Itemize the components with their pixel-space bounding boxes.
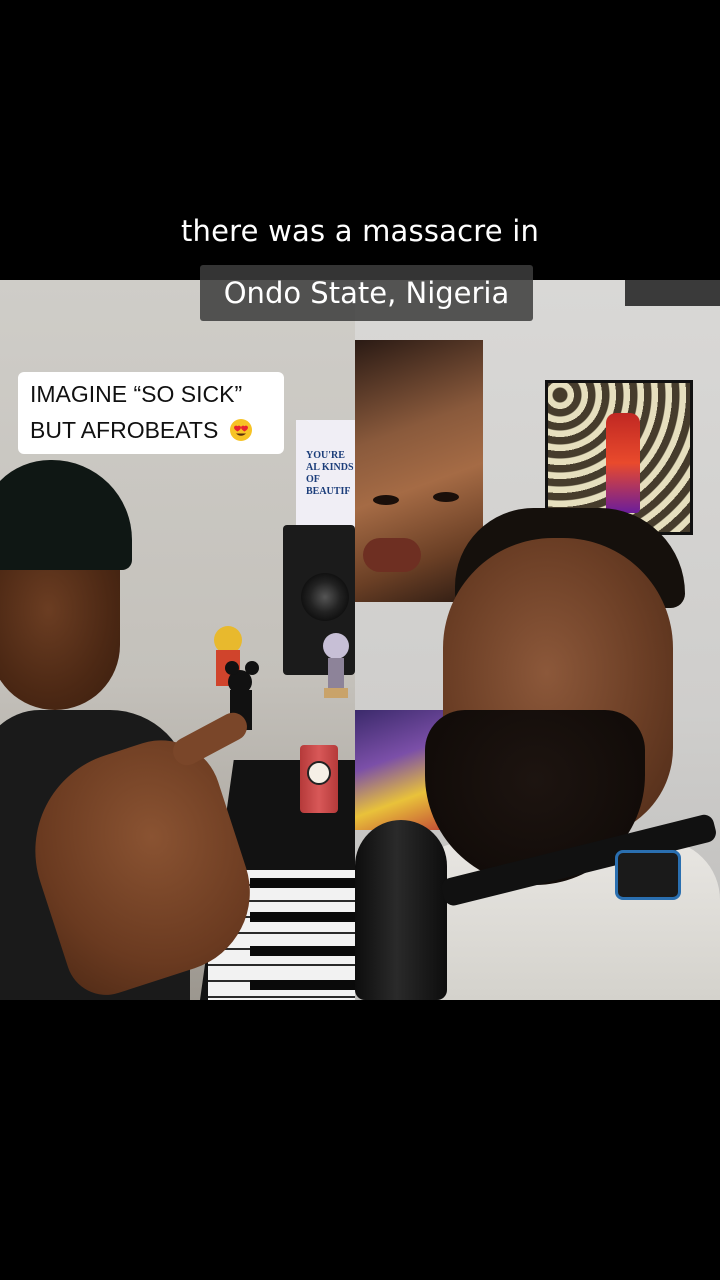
left-video-pane[interactable]: YOU'RE AL KINDS OF BEAUTIF IMAGINE “SO S…: [0, 280, 355, 1000]
portrait-eye: [373, 495, 399, 505]
right-video-pane[interactable]: [355, 280, 720, 1000]
wall-shelf: [625, 280, 720, 306]
text-sticker[interactable]: IMAGINE “SO SICK” BUT AFROBEATS: [18, 372, 284, 454]
tiktok-video-screen[interactable]: there was a massacre in YOU'RE AL KINDS …: [0, 0, 720, 1280]
caption-line-2: Ondo State, Nigeria: [200, 265, 533, 321]
speaker-cone: [301, 573, 349, 621]
poster-text: YOU'RE AL KINDS OF BEAUTIF: [306, 450, 354, 497]
album-figure: [606, 413, 640, 513]
mic-clamp: [615, 850, 681, 900]
portrait-lips: [363, 538, 421, 572]
sticker-line-1: IMAGINE “SO SICK”: [30, 381, 243, 407]
soda-can: [300, 745, 338, 813]
caption-line-1: there was a massacre in: [180, 214, 540, 248]
beanie-hat: [0, 460, 132, 570]
figurine-toy: [323, 633, 349, 698]
can-logo: [307, 761, 331, 785]
duet-video[interactable]: YOU'RE AL KINDS OF BEAUTIF IMAGINE “SO S…: [0, 280, 720, 1000]
microphone: [355, 820, 447, 1000]
heart-eyes-emoji-icon: [229, 419, 252, 441]
wall-poster: YOU'RE AL KINDS OF BEAUTIF: [296, 420, 355, 530]
piano-black-keys: [250, 870, 355, 1000]
portrait-eye: [433, 492, 459, 502]
sticker-line-2: BUT AFROBEATS: [30, 417, 219, 443]
